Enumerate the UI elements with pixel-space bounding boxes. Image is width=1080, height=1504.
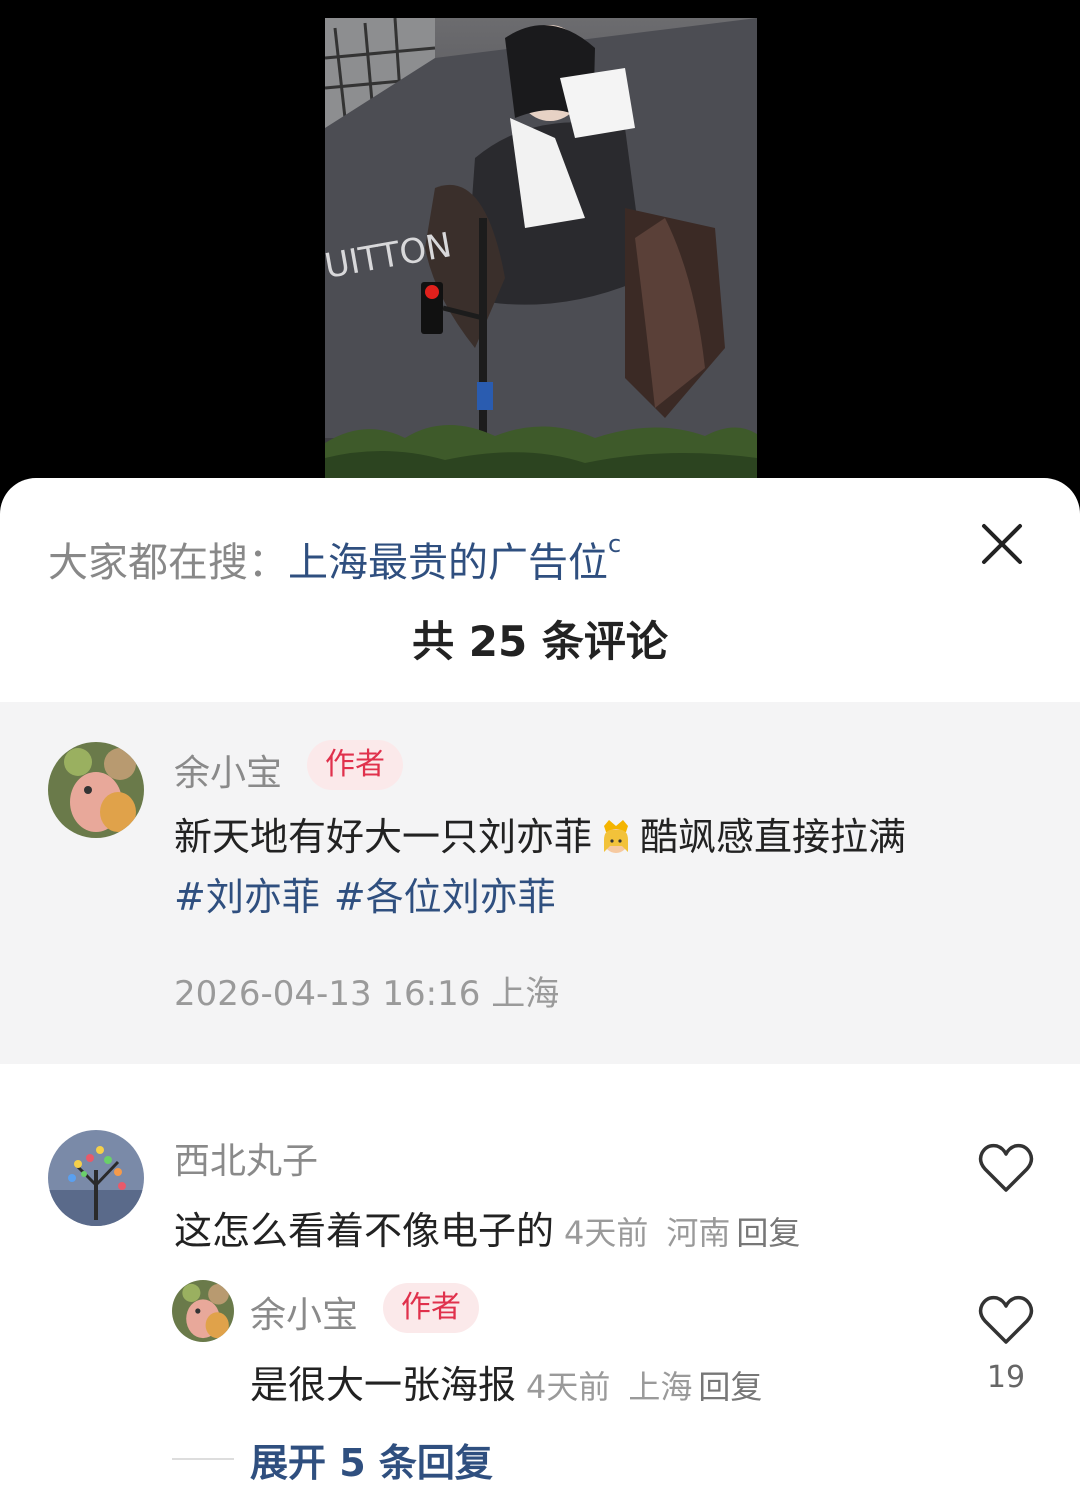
search-icon: 𝖼 — [608, 530, 622, 558]
reply-author-badge: 作者 — [383, 1283, 479, 1333]
author-post-text-part2: 酷飒感直接拉满 — [640, 815, 907, 859]
expand-divider — [172, 1458, 234, 1460]
author-post-text-part1: 新天地有好大一只刘亦菲 — [174, 815, 593, 859]
comment-time: 4天前 — [564, 1214, 649, 1252]
hashtag-link[interactable]: #刘亦菲 — [174, 875, 320, 919]
like-heart-icon[interactable] — [978, 1142, 1034, 1194]
post-photo-area: UITTON — [0, 0, 1080, 520]
reply-author-avatar[interactable] — [172, 1280, 234, 1342]
comment-text: 这怎么看着不像电子的 — [174, 1209, 555, 1253]
commenter-username[interactable]: 西北丸子 — [174, 1132, 318, 1184]
reply-location: 上海 — [628, 1368, 693, 1406]
search-suggestion-prefix: 大家都在搜： — [48, 540, 288, 586]
close-button[interactable] — [974, 516, 1030, 572]
author-post-hashtags: #刘亦菲 #各位刘亦菲 — [174, 866, 570, 921]
reply-username[interactable]: 余小宝 — [250, 1286, 358, 1338]
reply-button[interactable]: 回复 — [736, 1214, 800, 1252]
hashtag-link[interactable]: #各位刘亦菲 — [334, 875, 556, 919]
search-suggestion[interactable]: 大家都在搜：上海最贵的广告位𝖼 — [48, 530, 621, 588]
post-photo[interactable]: UITTON — [325, 18, 757, 488]
billboard-photo: UITTON — [325, 18, 757, 488]
author-avatar[interactable] — [48, 742, 144, 838]
close-icon — [982, 524, 1022, 564]
author-username[interactable]: 余小宝 — [174, 744, 282, 796]
search-suggestion-query[interactable]: 上海最贵的广告位 — [288, 540, 608, 586]
commenter-avatar[interactable] — [48, 1130, 144, 1226]
comment-location: 河南 — [666, 1214, 731, 1252]
reply-like-count: 19 — [986, 1360, 1026, 1395]
princess-emoji-icon — [604, 820, 629, 853]
comment-text-row: 这怎么看着不像电子的 4天前 河南 回复 — [174, 1200, 800, 1255]
reply-time: 4天前 — [526, 1368, 611, 1406]
reply-text-row: 是很大一张海报 4天前 上海 回复 — [250, 1354, 762, 1409]
expand-replies-button[interactable]: 展开 5 条回复 — [250, 1432, 493, 1487]
author-post-text: 新天地有好大一只刘亦菲 酷飒感直接拉满 — [174, 806, 906, 861]
reply-text: 是很大一张海报 — [250, 1363, 517, 1407]
reply-button[interactable]: 回复 — [698, 1368, 762, 1406]
comments-count-title: 共 25 条评论 — [412, 617, 668, 666]
author-badge: 作者 — [307, 740, 403, 790]
author-post-meta: 2026-04-13 16:16 上海 — [174, 974, 560, 1014]
like-heart-icon[interactable] — [978, 1294, 1034, 1346]
